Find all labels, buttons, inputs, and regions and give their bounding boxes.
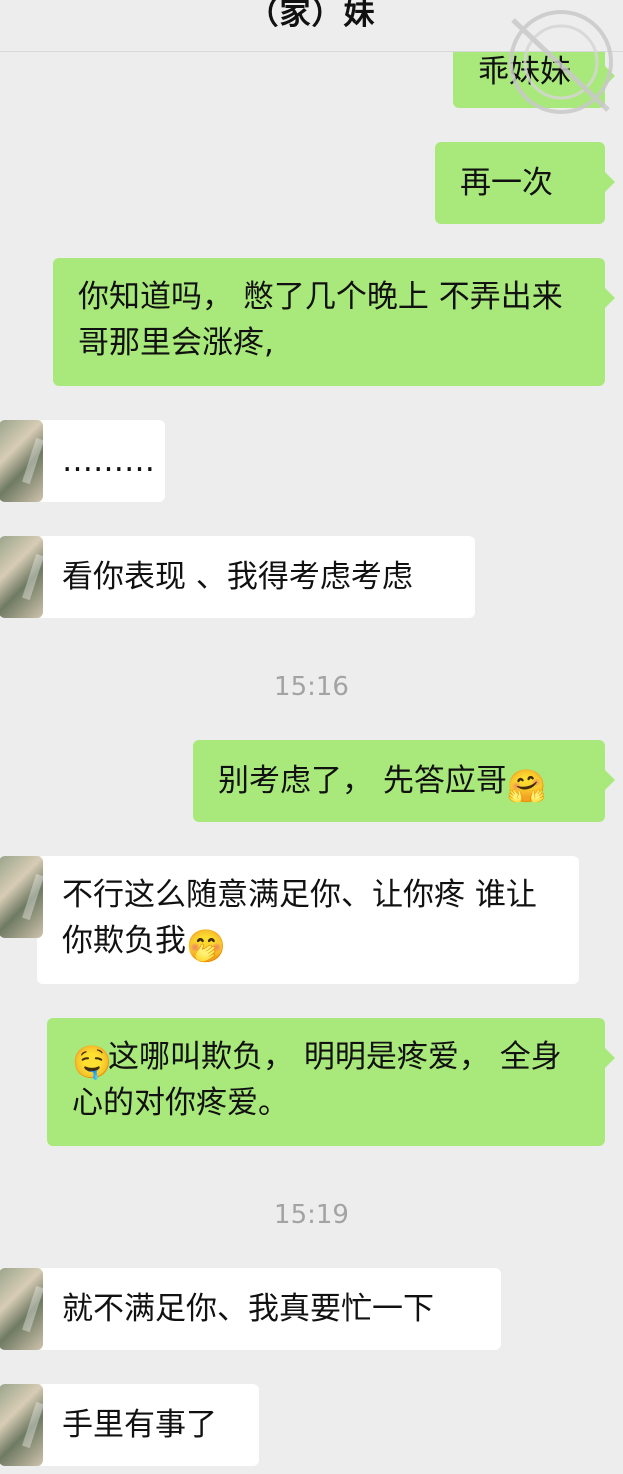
message-text: 你知道吗， 憋了几个晚上 不弄出来哥那里会涨疼, <box>78 279 563 361</box>
message-bubble-outgoing[interactable]: 你知道吗， 憋了几个晚上 不弄出来哥那里会涨疼, <box>53 258 615 386</box>
message-bubble-incoming[interactable]: 不行这么随意满足你、让你疼 谁让你欺负我🤭 <box>0 856 579 984</box>
message-bubble-incoming[interactable]: 看你表现 、我得考虑考虑 <box>0 536 475 618</box>
timestamp: 15:19 <box>274 1200 349 1230</box>
message-bubble-outgoing[interactable]: 再一次 <box>435 142 615 224</box>
chat-header: （家）妹 <box>0 0 623 52</box>
hand-over-mouth-emoji-icon: 🤭 <box>186 927 226 965</box>
timestamp: 15:16 <box>274 672 349 702</box>
message-bubble-incoming[interactable]: 就不满足你、我真要忙一下 <box>0 1268 501 1350</box>
message-bubble-incoming[interactable]: ……… <box>0 420 165 502</box>
drooling-emoji-icon: 🤤 <box>72 1043 112 1081</box>
message-text: 这哪叫欺负， 明明是疼爱， 全身心的对你疼爱。 <box>72 1039 562 1121</box>
message-text: 不行这么随意满足你、让你疼 谁让你欺负我 <box>62 877 537 959</box>
hug-emoji-icon: 🤗 <box>506 767 547 805</box>
contact-avatar[interactable] <box>0 420 43 502</box>
message-text: 乖妹妹 <box>478 54 571 90</box>
contact-avatar[interactable] <box>0 536 43 618</box>
message-text: 再一次 <box>460 165 553 201</box>
message-bubble-outgoing[interactable]: 别考虑了， 先答应哥🤗 <box>193 740 615 822</box>
chat-title: （家）妹 <box>247 0 376 32</box>
message-text: 手里有事了 <box>62 1407 217 1443</box>
message-bubble-incoming[interactable]: 手里有事了 <box>0 1384 259 1466</box>
message-text: ……… <box>62 443 155 479</box>
contact-avatar[interactable] <box>0 1268 43 1350</box>
message-bubble-outgoing[interactable]: 🤤这哪叫欺负， 明明是疼爱， 全身心的对你疼爱。 <box>47 1018 615 1146</box>
contact-avatar[interactable] <box>0 856 43 938</box>
message-text: 就不满足你、我真要忙一下 <box>62 1291 434 1327</box>
message-text: 别考虑了， 先答应哥 <box>218 763 507 799</box>
message-text: 看你表现 、我得考虑考虑 <box>62 559 413 595</box>
contact-avatar[interactable] <box>0 1384 43 1466</box>
